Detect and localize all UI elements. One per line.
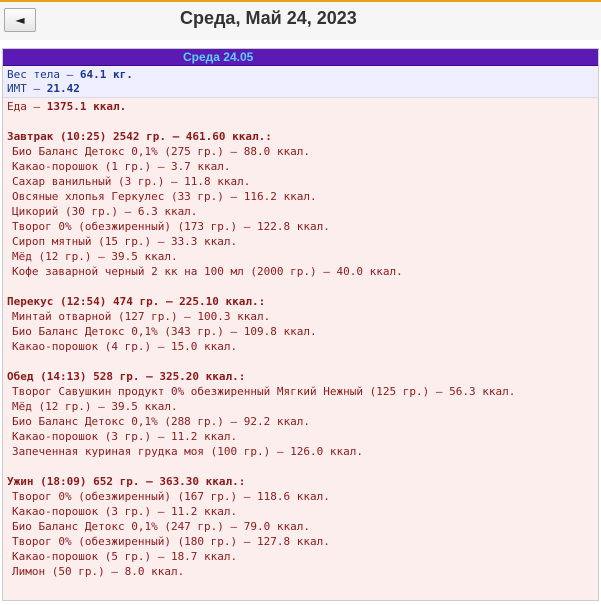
meal-item: Творог 0% (обезжиренный) (173 гр.) — 122… [12,220,330,233]
diary-panel: Среда 24.05 Вес тела — 64.1 кг. ИМТ — 21… [2,48,599,601]
meal-item: Мёд (12 гр.) — 39.5 ккал. [12,250,178,263]
page-title: Среда, Май 24, 2023 [180,8,357,28]
weight-label: Вес тела — [7,68,80,81]
bmi-label: ИМТ — [7,82,47,95]
meal-item: Запеченная куриная грудка моя (100 гр.) … [12,445,363,458]
meal-item: Минтай отварной (127 гр.) — 100.3 ккал. [12,310,271,323]
meal-item: Кофе заварной черный 2 кк на 100 мл (200… [12,265,403,278]
meal-item: Творог 0% (обезжиренный) (180 гр.) — 127… [12,535,330,548]
meal-block: Перекус (12:54) 474 гр. — 225.10 ккал.: М… [7,294,594,354]
meal-title: Ужин (18:09) 652 гр. — 363.30 ккал.: [7,475,246,488]
meal-item: Какао-порошок (4 гр.) — 15.0 ккал. [12,340,238,353]
meal-item: Овсяные хлопья Геркулес (33 гр.) — 116.2… [12,190,317,203]
meal-item: Творог 0% (обезжиренный) (167 гр.) — 118… [12,490,330,503]
meal-item: Био Баланс Детокс 0,1% (247 гр.) — 79.0 … [12,520,311,533]
weight-value: 64.1 кг. [79,68,133,81]
meal-item: Сахар ванильный (3 гр.) — 11.8 ккал. [12,175,251,188]
food-total-value: 1375.1 ккал. [46,100,127,113]
meal-item: Цикорий (30 гр.) — 6.3 ккал. [12,205,198,218]
food-total-row: Еда — 1375.1 ккал. [7,99,594,114]
meal-item: Био Баланс Детокс 0,1% (288 гр.) — 92.2 … [12,415,311,428]
meal-item: Био Баланс Детокс 0,1% (275 гр.) — 88.0 … [12,145,311,158]
meal-item: Био Баланс Детокс 0,1% (343 гр.) — 109.8… [12,325,317,338]
meal-item: Сироп мятный (15 гр.) — 33.3 ккал. [12,235,238,248]
meal-block: Обед (14:13) 528 гр. — 325.20 ккал.: Твор… [7,369,594,459]
weight-row: Вес тела — 64.1 кг. [7,68,594,82]
food-total-label: Еда — [7,100,47,113]
bmi-value: 21.42 [46,82,80,95]
food-log: Еда — 1375.1 ккал. Завтрак (10:25) 2542 … [3,98,598,579]
bmi-row: ИМТ — 21.42 [7,82,594,96]
top-accent-line [0,0,601,2]
meal-item: Лимон (50 гр.) — 8.0 ккал. [12,565,185,578]
meal-item: Мёд (12 гр.) — 39.5 ккал. [12,400,178,413]
meal-block: Завтрак (10:25) 2542 гр. — 461.60 ккал.:… [7,129,594,279]
meal-item: Творог Савушкин продукт 0% обезжиренный … [12,385,516,398]
meal-item: Какао-порошок (5 гр.) — 18.7 ккал. [12,550,238,563]
meal-title: Обед (14:13) 528 гр. — 325.20 ккал.: [7,370,246,383]
meal-item: Какао-порошок (3 гр.) — 11.2 ккал. [12,430,238,443]
meal-title: Перекус (12:54) 474 гр. — 225.10 ккал.: [7,295,266,308]
meals-list: Завтрак (10:25) 2542 гр. — 461.60 ккал.:… [7,129,594,579]
meal-item: Какао-порошок (1 гр.) — 3.7 ккал. [12,160,231,173]
top-bar: ◄ Среда, Май 24, 2023 [0,0,601,40]
meal-item: Какао-порошок (3 гр.) — 11.2 ккал. [12,505,238,518]
meal-block: Ужин (18:09) 652 гр. — 363.30 ккал.: Твор… [7,474,594,579]
body-stats: Вес тела — 64.1 кг. ИМТ — 21.42 [3,66,598,98]
meal-title: Завтрак (10:25) 2542 гр. — 461.60 ккал.: [7,130,272,143]
day-header: Среда 24.05 [3,49,598,66]
